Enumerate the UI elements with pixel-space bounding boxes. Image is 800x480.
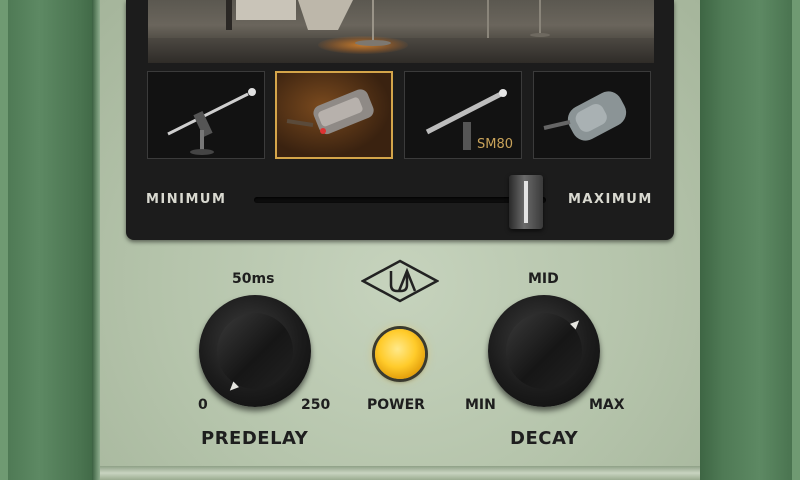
plugin-window: SM80 MINIMUM MAXIMUM 50ms 0 250 PREDELAY… xyxy=(0,0,800,480)
mic-option-3[interactable]: SM80 xyxy=(404,71,522,159)
ua-logo-icon xyxy=(361,259,439,303)
left-outer-rail xyxy=(0,0,8,480)
mic-option-4[interactable] xyxy=(533,71,651,159)
mic-option-2[interactable] xyxy=(275,71,393,159)
mic-distance-slider-handle[interactable] xyxy=(508,175,543,229)
power-button[interactable] xyxy=(375,329,425,379)
predelay-title: PREDELAY xyxy=(201,428,309,449)
power-label: POWER xyxy=(367,397,425,413)
room-objects xyxy=(226,0,550,46)
predelay-max-label: 250 xyxy=(301,397,331,413)
decay-max-label: MAX xyxy=(589,397,625,413)
condenser-mic-icon xyxy=(543,91,627,141)
mic-option-1[interactable] xyxy=(147,71,265,159)
right-side-panel xyxy=(700,0,792,480)
predelay-top-label: 50ms xyxy=(232,271,275,287)
ribbon-mic-icon xyxy=(286,89,374,135)
slider-max-label: MAXIMUM xyxy=(568,192,653,207)
left-side-panel xyxy=(8,0,98,480)
decay-min-label: MIN xyxy=(465,397,496,413)
predelay-knob-body xyxy=(199,295,311,407)
room-image xyxy=(148,0,654,63)
decay-top-label: MID xyxy=(528,271,559,287)
predelay-knob-cap xyxy=(217,313,293,389)
right-outer-rail xyxy=(792,0,800,480)
mic-stand-icon xyxy=(167,88,256,155)
decay-knob-body xyxy=(488,295,600,407)
mic-option-3-caption: SM80 xyxy=(476,137,513,152)
mic-distance-slider-track[interactable] xyxy=(254,197,546,203)
left-panel-edge xyxy=(92,0,100,480)
predelay-min-label: 0 xyxy=(198,397,208,413)
decay-title: DECAY xyxy=(510,428,579,449)
slider-min-label: MINIMUM xyxy=(146,192,227,207)
front-panel-bottom-trim xyxy=(100,466,700,480)
